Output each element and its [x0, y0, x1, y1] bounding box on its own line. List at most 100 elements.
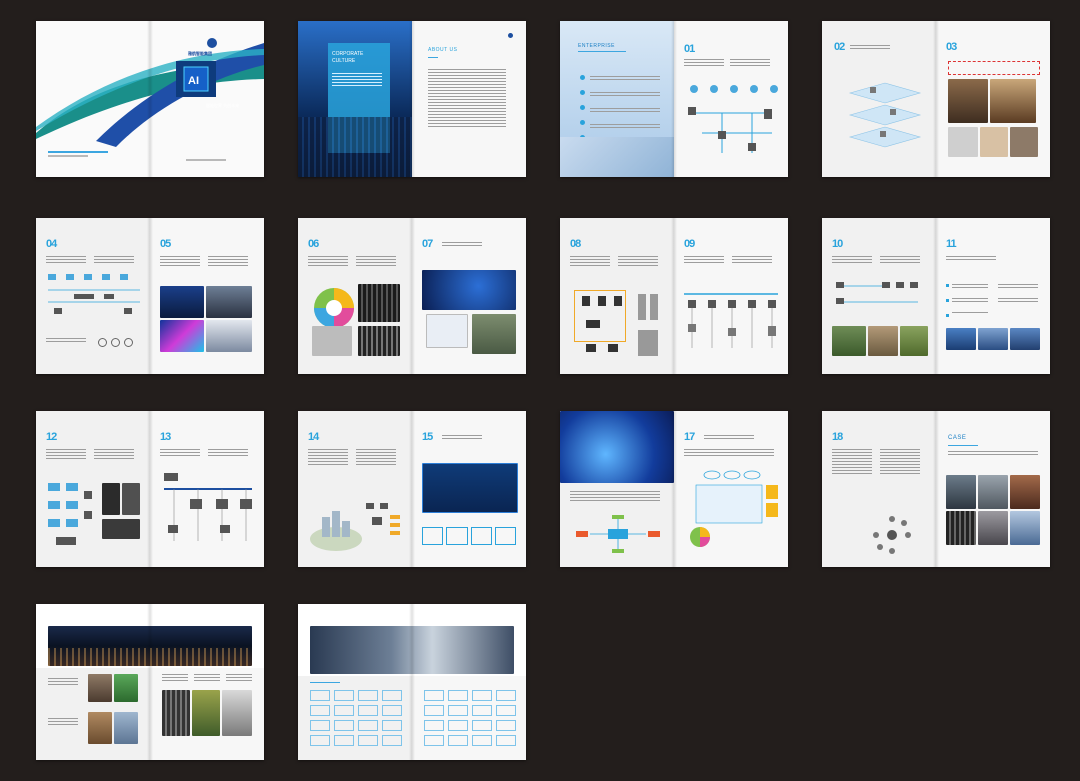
access-control-diagram	[582, 294, 658, 356]
case-photo	[88, 674, 112, 702]
brochure-spread-20[interactable]	[36, 604, 264, 760]
about-title: ABOUT US	[428, 47, 458, 53]
door-station-photo	[122, 483, 140, 515]
page-04: 04	[36, 218, 150, 374]
building-layers-diagram	[848, 82, 922, 148]
partners-right	[412, 676, 526, 760]
cover-rule	[186, 159, 226, 161]
section-number: 18	[832, 431, 843, 443]
hotel-photo	[948, 79, 988, 123]
section-number: 05	[160, 238, 171, 250]
page-16	[560, 411, 674, 567]
page-10: 10	[822, 218, 936, 374]
feature-list	[946, 284, 949, 317]
section-number: 01	[684, 43, 695, 55]
page-14: 14	[298, 411, 412, 567]
cover-slogan: 智能世界 共创未来	[206, 103, 240, 108]
brochure-spread-10[interactable]: 10 11	[822, 218, 1050, 374]
enterprise-page: ENTERPRISE	[560, 21, 674, 177]
case-photo	[114, 712, 138, 744]
page-18: 18	[822, 411, 936, 567]
section-number: 17	[684, 431, 695, 443]
logo-icon	[508, 33, 513, 38]
case-photo	[946, 328, 976, 350]
partner-logo-grid	[424, 690, 516, 746]
case-photo	[192, 690, 220, 736]
section-number: 04	[46, 238, 57, 250]
screen-photo	[206, 320, 252, 352]
section-number: 10	[832, 238, 843, 250]
about-page: ABOUT US	[412, 21, 526, 177]
room-photo	[1010, 127, 1038, 157]
cabinet-photo	[312, 326, 352, 356]
page-13: 13	[150, 411, 264, 567]
tech-banner-photo	[560, 411, 674, 483]
hub-diagram	[873, 516, 911, 554]
page-05: 05	[150, 218, 264, 374]
brochure-spread-culture[interactable]: CORPORATE CULTURE ABOUT US	[298, 21, 526, 177]
case-photo	[978, 511, 1008, 545]
hall-photo	[206, 286, 252, 318]
case-title: CASE	[948, 435, 967, 441]
brochure-spread-08[interactable]: 08 09	[560, 218, 788, 374]
enterprise-title: ENTERPRISE	[578, 43, 615, 49]
brochure-spread-partners[interactable]	[298, 604, 526, 760]
page-08: 08	[560, 218, 674, 374]
wiring-diagram	[684, 293, 778, 348]
section-number: 15	[422, 431, 433, 443]
brochure-spread-06[interactable]: 06 07	[298, 218, 526, 374]
section-number: 14	[308, 431, 319, 443]
section-number: 03	[946, 41, 957, 53]
section-number: 13	[160, 431, 171, 443]
dashboard-screen	[422, 270, 516, 310]
page-15: 15	[412, 411, 526, 567]
brochure-spread-16[interactable]: 17	[560, 411, 788, 567]
case-photo	[162, 690, 190, 736]
stage-photo	[160, 320, 204, 352]
page-07: 07	[412, 218, 526, 374]
section-number: 02	[834, 41, 845, 53]
section-number: 12	[46, 431, 57, 443]
culture-title: CORPORATE CULTURE	[332, 51, 364, 64]
page-09: 09	[674, 218, 788, 374]
brochure-spread-18[interactable]: 18 CASE	[822, 411, 1050, 567]
page-06: 06	[298, 218, 412, 374]
brochure-spread-enterprise[interactable]: ENTERPRISE 01	[560, 21, 788, 177]
case-photo	[978, 328, 1008, 350]
brochure-spread-02[interactable]: 02 03	[822, 21, 1050, 177]
brochure-spread-cover[interactable]: AI 雅航智能集团 智能世界 共创未来	[36, 21, 264, 177]
server-rack-photo	[358, 284, 400, 322]
system-topology-diagram	[688, 85, 778, 153]
lobby-photo	[990, 79, 1036, 123]
case-photo	[222, 690, 252, 736]
partners-left	[298, 676, 412, 760]
brochure-spread-14[interactable]: 14 15	[298, 411, 526, 567]
gate-photo	[868, 326, 898, 356]
case-page: CASE	[936, 411, 1050, 567]
network-diagram	[48, 274, 140, 314]
section-number: 09	[684, 238, 695, 250]
brochure-spread-12[interactable]: 12 13	[36, 411, 264, 567]
section-number: 11	[946, 238, 957, 250]
case-photo	[946, 475, 976, 509]
case-photo	[1010, 511, 1040, 545]
svg-text:AI: AI	[188, 75, 199, 87]
case-photo	[978, 475, 1008, 509]
timeline	[580, 75, 585, 140]
monitor-photo	[426, 314, 468, 348]
page-02: 02	[822, 21, 936, 177]
parking-diagram	[836, 282, 918, 304]
section-number: 08	[570, 238, 581, 250]
page-11: 11	[936, 218, 1050, 374]
section-number: 07	[422, 238, 433, 250]
case-photo	[1010, 328, 1040, 350]
brochure-spread-04[interactable]: 04 05	[36, 218, 264, 374]
feature-boxes	[422, 527, 516, 545]
page-17: 17	[674, 411, 788, 567]
server-room-photo	[358, 326, 400, 356]
room-photo	[948, 127, 978, 157]
parking-photo	[832, 326, 866, 356]
pie-wheel-graphic	[314, 288, 354, 328]
page-12: 12	[36, 411, 150, 567]
monitor-photo	[102, 519, 140, 539]
